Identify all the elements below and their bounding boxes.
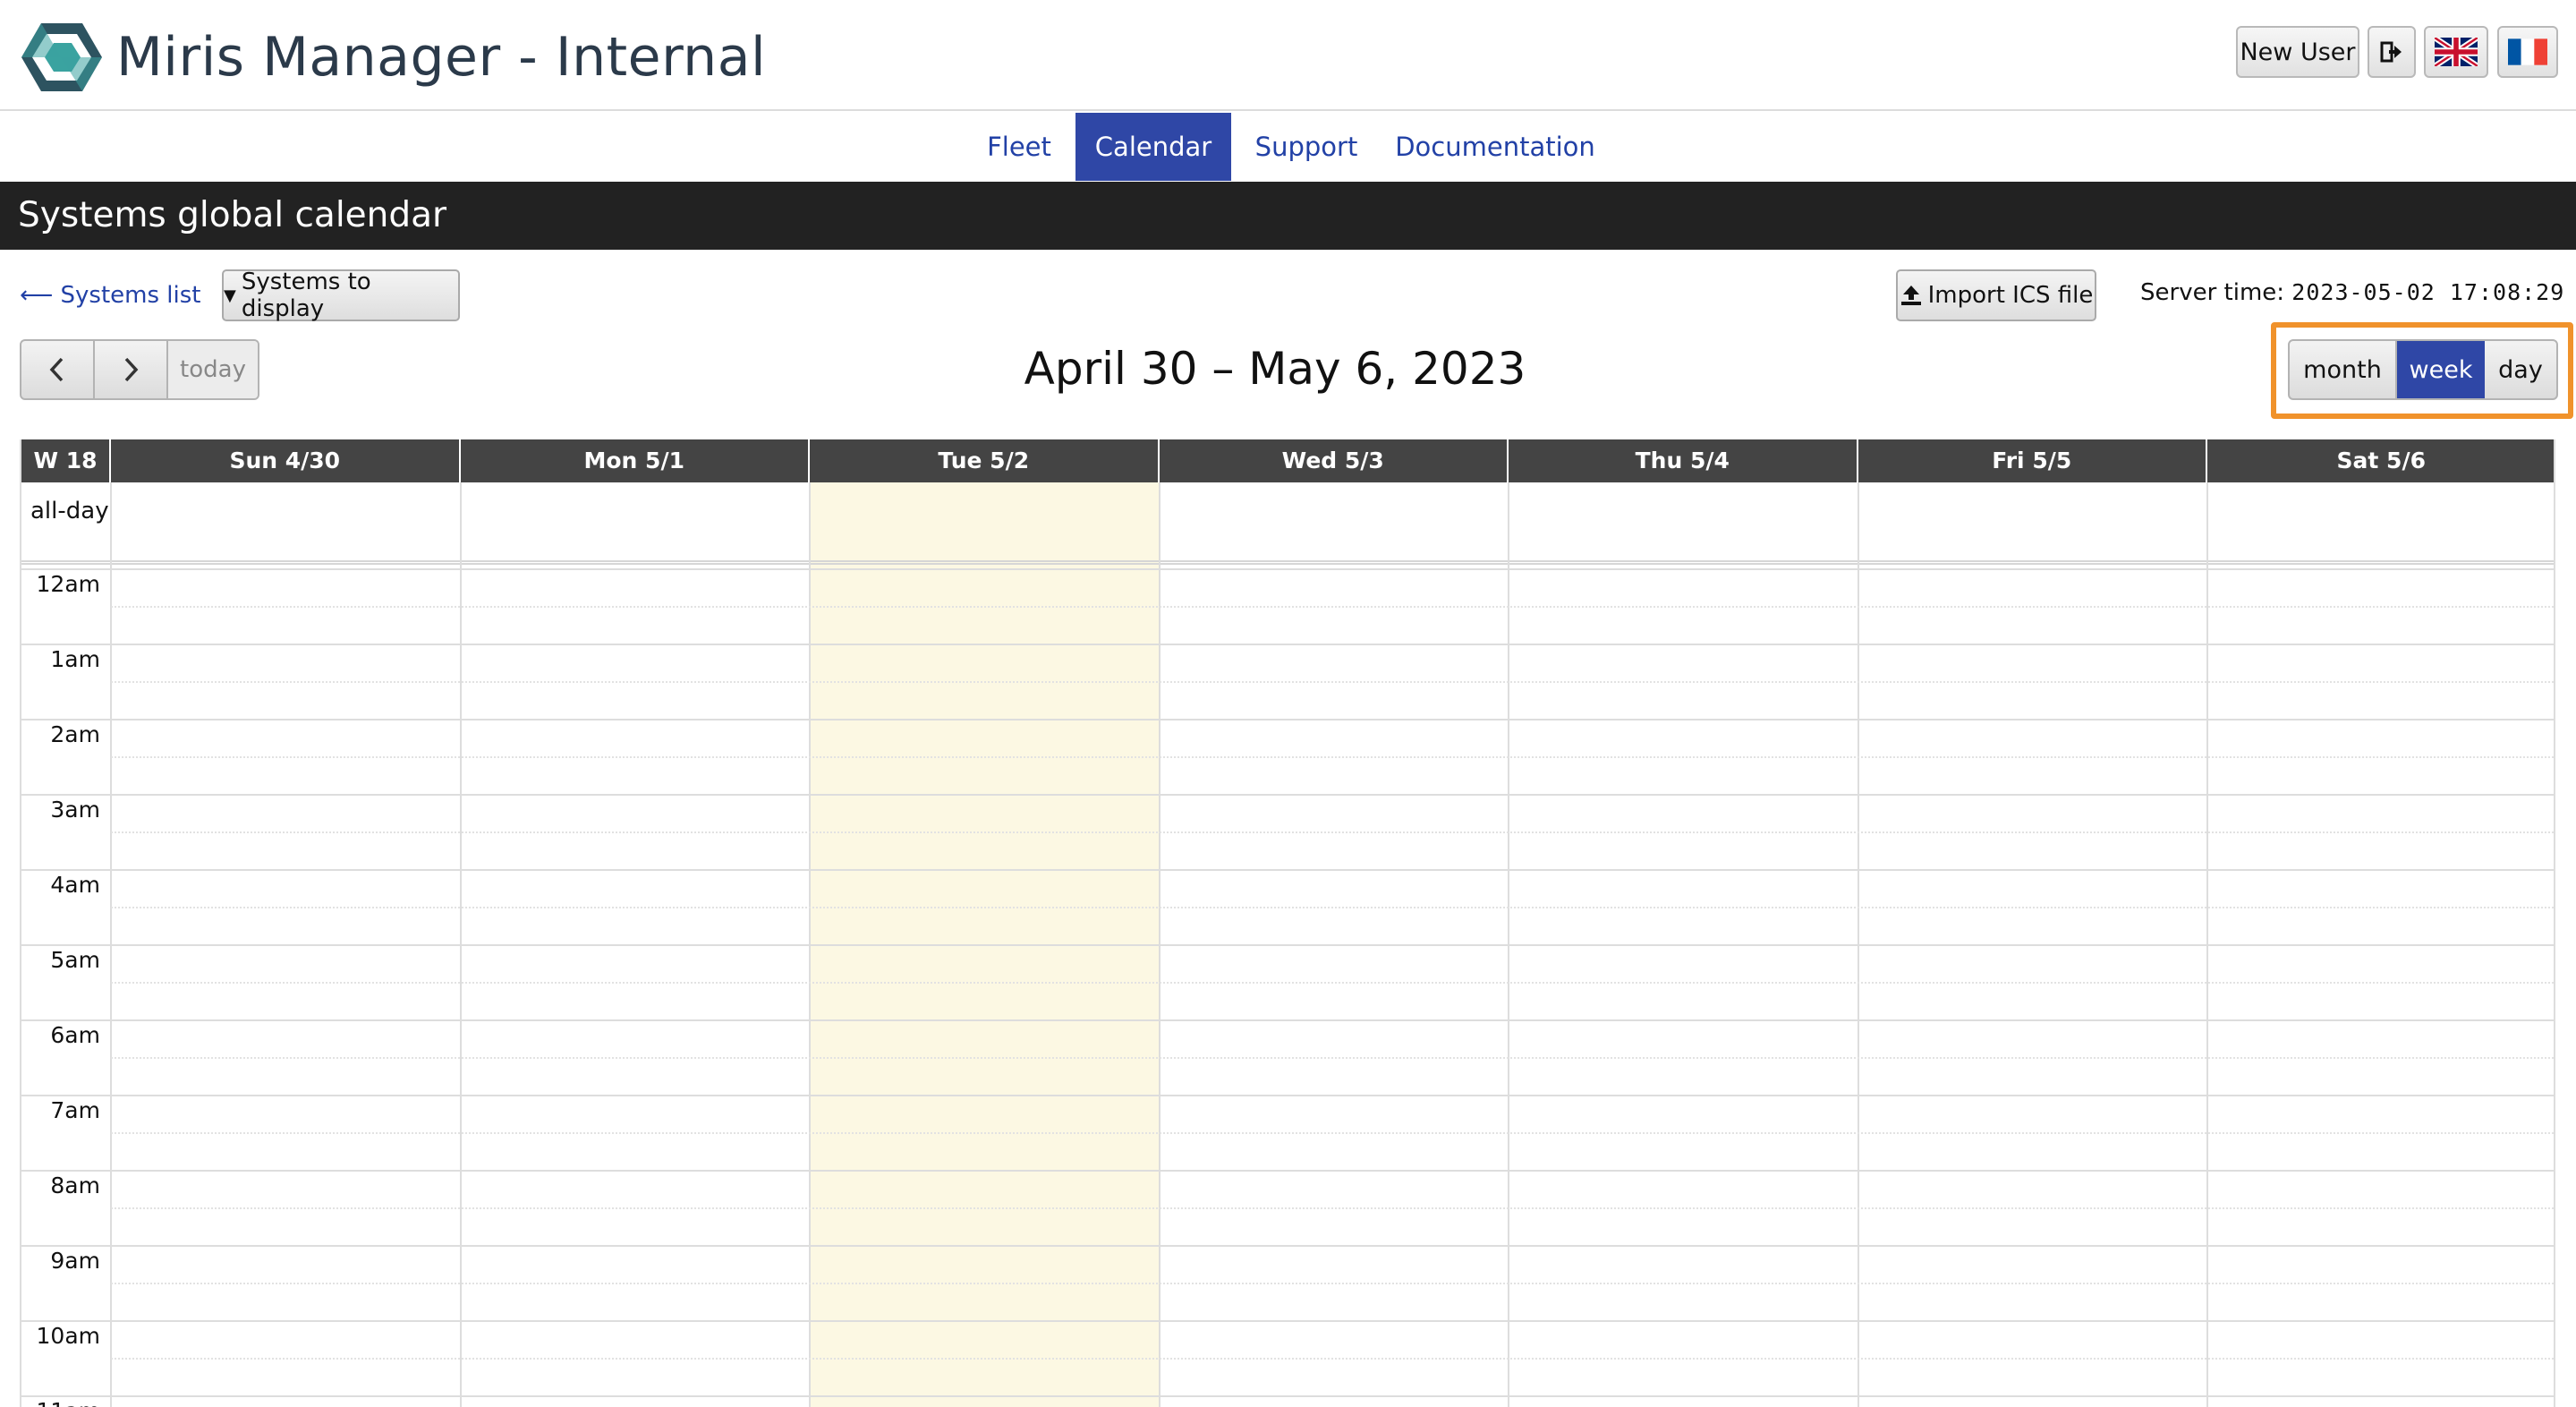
hour-label: 7am (50, 1097, 100, 1123)
import-ics-label: Import ICS file (1927, 282, 2094, 309)
half-hour-line (111, 1057, 2554, 1059)
tab-support[interactable]: Support (1240, 113, 1373, 181)
hour-line (21, 794, 2554, 796)
systems-list-link[interactable]: ⟵ Systems list (20, 277, 201, 313)
week-calendar-grid: W 18 Sun 4/30 Mon 5/1 Tue 5/2 Wed 5/3 Thu 5/… (20, 439, 2555, 1407)
france-flag-icon (2508, 38, 2547, 65)
prev-week-button[interactable] (21, 341, 95, 398)
hour-label: 5am (50, 947, 100, 973)
day-header: Sat 5/6 (2207, 439, 2554, 482)
language-en-button[interactable] (2424, 26, 2488, 78)
view-week-button[interactable]: week (2397, 341, 2485, 398)
calendar-header-row: W 18 Sun 4/30 Mon 5/1 Tue 5/2 Wed 5/3 Thu 5/… (21, 439, 2554, 482)
next-week-button[interactable] (95, 341, 168, 398)
hour-line (21, 944, 2554, 946)
hour-label: 10am (36, 1323, 100, 1349)
date-range-title: April 30 – May 6, 2023 (1024, 343, 1526, 395)
half-hour-line (111, 831, 2554, 833)
hour-label: 9am (50, 1248, 100, 1274)
hour-line (21, 568, 2554, 570)
server-time-label: Server time: (2140, 279, 2285, 306)
all-day-label: all-day (30, 498, 109, 524)
today-button[interactable]: today (168, 341, 258, 398)
day-header: Sun 4/30 (111, 439, 461, 482)
hour-label: 11am (21, 1397, 100, 1407)
logout-button[interactable] (2368, 26, 2416, 78)
logout-icon (2380, 41, 2402, 63)
half-hour-line (111, 1358, 2554, 1360)
hour-line (21, 1395, 2554, 1397)
hour-label: 2am (50, 721, 100, 747)
day-header: Mon 5/1 (461, 439, 810, 482)
hour-line (21, 1019, 2554, 1021)
miris-logo-icon (21, 23, 102, 91)
main-nav: Fleet Calendar Support Documentation (0, 111, 2576, 181)
systems-to-display-dropdown[interactable]: ▼ Systems to display (222, 269, 460, 322)
hour-label: 3am (50, 797, 100, 823)
hour-label: 12am (36, 571, 100, 597)
half-hour-line (111, 681, 2554, 683)
caret-down-icon: ▼ (224, 286, 236, 305)
import-ics-button[interactable]: Import ICS file (1896, 269, 2096, 321)
half-hour-line (111, 982, 2554, 984)
app-header: Miris Manager - Internal New User (0, 0, 2576, 111)
hour-line (21, 869, 2554, 871)
all-day-row[interactable] (21, 482, 2554, 565)
calendar-nav-group: today (20, 339, 259, 400)
chevron-right-icon (124, 357, 139, 382)
chevron-left-icon (49, 357, 64, 382)
app-title: Miris Manager - Internal (116, 26, 767, 89)
hour-line (21, 1170, 2554, 1172)
half-hour-line (111, 1283, 2554, 1284)
tab-documentation[interactable]: Documentation (1385, 113, 1605, 181)
hour-label: 6am (50, 1022, 100, 1048)
tab-calendar[interactable]: Calendar (1075, 113, 1231, 181)
new-user-button[interactable]: New User (2236, 26, 2359, 78)
language-fr-button[interactable] (2497, 26, 2558, 78)
day-header: Wed 5/3 (1160, 439, 1509, 482)
half-hour-line (111, 907, 2554, 908)
week-number: W 18 (21, 439, 111, 482)
day-header: Tue 5/2 (810, 439, 1160, 482)
uk-flag-icon (2435, 38, 2478, 66)
server-time: Server time: 2023-05-02 17:08:29 (2140, 275, 2564, 311)
hour-line (21, 644, 2554, 645)
tab-fleet[interactable]: Fleet (970, 113, 1068, 181)
hour-label: 8am (50, 1172, 100, 1198)
half-hour-line (111, 756, 2554, 758)
day-header: Fri 5/5 (1858, 439, 2207, 482)
half-hour-line (111, 1132, 2554, 1134)
view-day-button[interactable]: day (2485, 341, 2556, 398)
half-hour-line (111, 1207, 2554, 1209)
view-month-button[interactable]: month (2290, 341, 2397, 398)
systems-to-display-label: Systems to display (241, 269, 371, 322)
hour-line (21, 1245, 2554, 1247)
hour-label: 1am (50, 646, 100, 672)
day-header: Thu 5/4 (1509, 439, 1858, 482)
hour-line (21, 1095, 2554, 1096)
hour-label: 4am (50, 872, 100, 898)
server-time-value: 2023-05-02 17:08:29 (2291, 279, 2565, 305)
page-title: Systems global calendar (18, 195, 447, 235)
hour-line (21, 1320, 2554, 1322)
hour-line (21, 719, 2554, 721)
half-hour-line (111, 606, 2554, 608)
page-title-bar: Systems global calendar (0, 182, 2576, 250)
view-switch-group: month week day (2288, 339, 2558, 400)
upload-icon (1900, 286, 1921, 305)
